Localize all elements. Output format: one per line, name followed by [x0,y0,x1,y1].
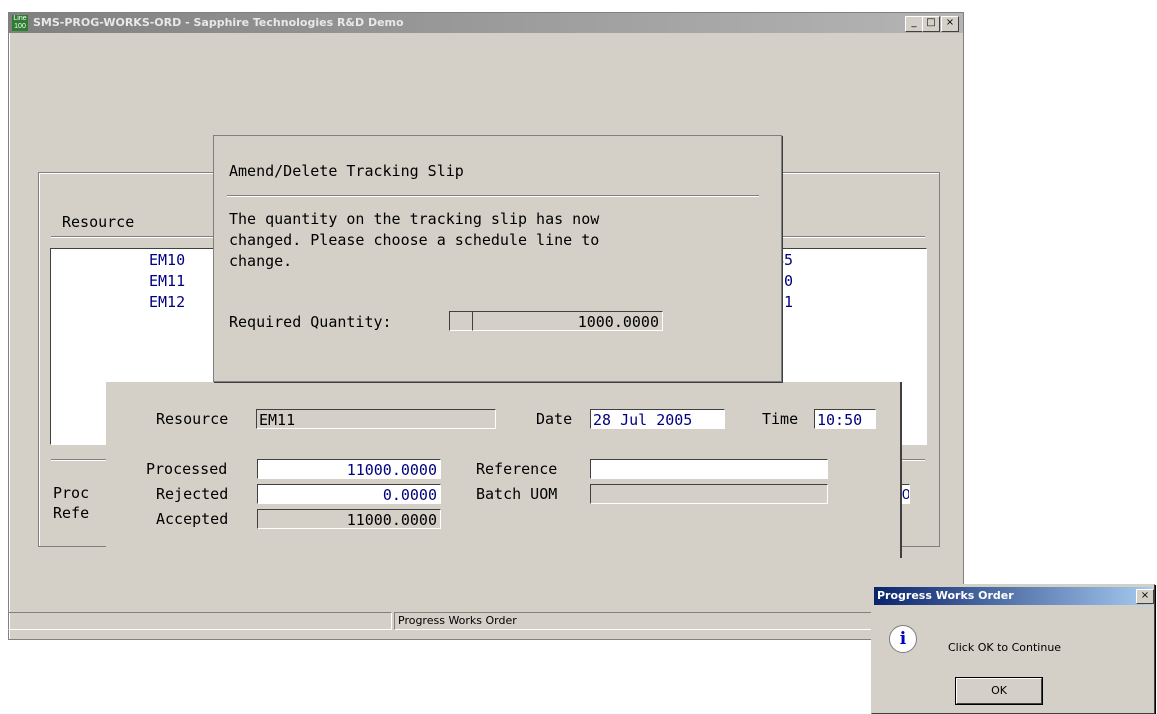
time-field[interactable]: 10:50 [814,409,876,429]
processed-label-partial: Proc [53,484,90,502]
list-item-resource[interactable]: EM10 [149,251,185,269]
rejected-label: Rejected [156,485,229,503]
tracking-detail-panel: Resource EM11 Date 28 Jul 2005 Time 10:5… [106,382,902,558]
batch-uom-label: Batch UOM [476,485,558,503]
date-field[interactable]: 28 Jul 2005 [590,409,725,429]
title-bar[interactable]: Line 100 SMS-PROG-WORKS-ORD - Sapphire T… [9,13,963,33]
amend-tracking-slip-dialog: Amend/Delete Tracking Slip The quantity … [213,135,782,382]
date-label: Date [536,410,573,428]
rejected-field[interactable]: 0.0000 [257,484,441,504]
status-bar: Progress Works Order [8,612,962,630]
dialog-message-line3: change. [229,252,293,270]
processed-label: Processed [146,460,228,478]
resource-field[interactable]: EM11 [256,409,496,429]
dialog-message-line1: The quantity on the tracking slip has no… [229,210,600,228]
message-box-close-button[interactable]: × [1136,589,1154,604]
message-text: Click OK to Continue [948,641,1062,654]
list-item-resource[interactable]: EM12 [149,293,185,311]
app-icon: Line 100 [12,15,28,31]
dialog-title: Amend/Delete Tracking Slip [229,162,464,180]
window-title: SMS-PROG-WORKS-ORD - Sapphire Technologi… [33,16,404,29]
accepted-field[interactable]: 11000.0000 [257,509,441,529]
partial-field[interactable]: 0 [901,484,910,504]
status-text: Progress Works Order [394,612,877,630]
message-box: Progress Works Order × i Click OK to Con… [871,584,1155,714]
status-cell-left [8,612,392,630]
maximize-button[interactable]: □ [922,16,940,32]
reference-label-partial: Refe [53,504,90,522]
reference-field[interactable] [590,459,828,479]
message-box-title-bar[interactable]: Progress Works Order × [874,587,1154,605]
quantity-selector-field[interactable] [449,311,473,331]
dialog-divider [227,195,759,197]
info-icon: i [889,625,917,653]
ok-button[interactable]: OK [955,677,1043,705]
minimize-button[interactable]: _ [905,16,923,32]
dialog-message-line2: changed. Please choose a schedule line t… [229,231,600,249]
column-header-resource: Resource [62,213,135,231]
batch-uom-field[interactable] [590,484,828,504]
processed-field[interactable]: 11000.0000 [257,459,441,479]
reference-label: Reference [476,460,558,478]
list-item-resource[interactable]: EM11 [149,272,185,290]
close-button[interactable]: × [941,16,959,32]
accepted-label: Accepted [156,510,229,528]
message-box-title: Progress Works Order [877,589,1014,602]
resource-label: Resource [156,410,229,428]
time-label: Time [762,410,799,428]
required-quantity-field[interactable]: 1000.0000 [472,311,663,331]
required-quantity-label: Required Quantity: [229,313,392,331]
